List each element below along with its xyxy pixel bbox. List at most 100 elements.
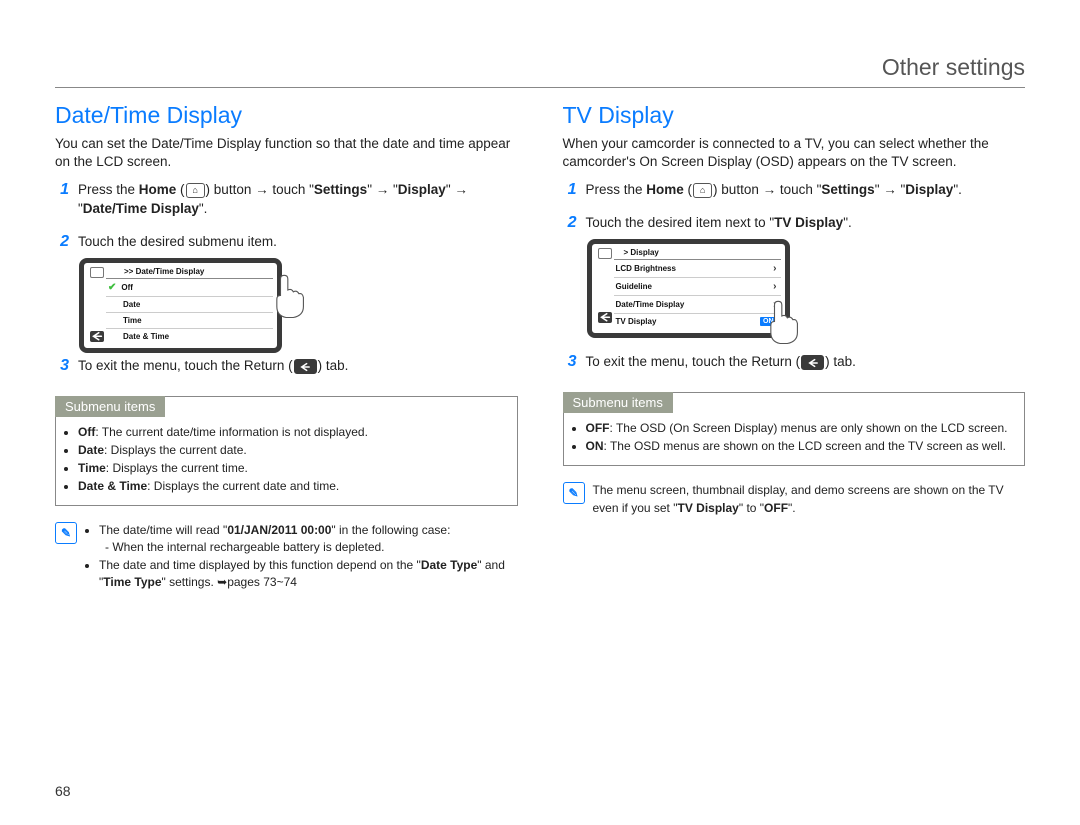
text: Press the bbox=[586, 182, 647, 197]
step-number: 2 bbox=[55, 233, 69, 251]
text: Press the bbox=[78, 182, 139, 197]
step-3: 3 To exit the menu, touch the Return () … bbox=[55, 357, 518, 376]
page-title: Other settings bbox=[55, 40, 1025, 87]
title-rule bbox=[55, 87, 1025, 88]
intro-text: When your camcorder is connected to a TV… bbox=[563, 135, 1026, 171]
step-number: 2 bbox=[563, 214, 577, 232]
text: " in the following case: bbox=[331, 523, 450, 537]
submenu-list: Off: The current date/time information i… bbox=[78, 423, 505, 495]
text: ". bbox=[788, 501, 796, 515]
step-body: Touch the desired item next to "TV Displ… bbox=[586, 214, 1026, 233]
home-icon: ⌂ bbox=[186, 183, 205, 198]
bold: TV Display bbox=[677, 501, 738, 515]
lcd-label: Date/Time Display bbox=[616, 300, 769, 309]
text: : Displays the current time. bbox=[106, 461, 248, 475]
note-body: The date/time will read "01/JAN/2011 00:… bbox=[85, 522, 518, 592]
left-column: Date/Time Display You can set the Date/T… bbox=[55, 100, 518, 592]
chevron-right-icon: › bbox=[773, 281, 778, 292]
submenu-list: OFF: The OSD (On Screen Display) menus a… bbox=[586, 419, 1013, 455]
step-2: 2 Touch the desired submenu item. bbox=[55, 233, 518, 252]
step-number: 3 bbox=[55, 357, 69, 375]
return-icon bbox=[598, 312, 612, 323]
step-2: 2 Touch the desired item next to "TV Dis… bbox=[563, 214, 1026, 233]
text: ) tab. bbox=[825, 354, 856, 369]
text: " to " bbox=[739, 501, 764, 515]
pointing-hand-icon bbox=[264, 268, 319, 323]
text: button bbox=[718, 182, 763, 197]
lcd-row: Date bbox=[106, 297, 273, 313]
text: The date and time displayed by this func… bbox=[99, 558, 421, 572]
lcd-row: Time bbox=[106, 313, 273, 329]
check-icon: ✔ bbox=[108, 282, 116, 293]
return-icon bbox=[801, 355, 824, 370]
list-item: Date: Displays the current date. bbox=[78, 441, 505, 459]
text: " settings. bbox=[162, 575, 218, 589]
text: To exit the menu, touch the Return ( bbox=[586, 354, 801, 369]
lcd-breadcrumb: >> Date/Time Display bbox=[124, 267, 273, 276]
bold: Time bbox=[78, 461, 106, 475]
list-item: The date/time will read "01/JAN/2011 00:… bbox=[99, 522, 518, 557]
text: ". bbox=[843, 215, 852, 230]
arrow-icon: → bbox=[763, 182, 777, 197]
bold: OFF bbox=[586, 421, 610, 435]
lcd-illustration: >> Date/Time Display ✔Off Date Time Date… bbox=[79, 258, 518, 353]
columns: Date/Time Display You can set the Date/T… bbox=[55, 100, 1025, 592]
note-block: ✎ The date/time will read "01/JAN/2011 0… bbox=[55, 522, 518, 592]
steps-list: 1 Press the Home (⌂) button → touch "Set… bbox=[563, 181, 1026, 233]
page-number: 68 bbox=[55, 783, 71, 799]
bold: ON bbox=[586, 439, 604, 453]
intro-text: You can set the Date/Time Display functi… bbox=[55, 135, 518, 171]
return-icon bbox=[90, 331, 104, 342]
steps-list-cont: 3 To exit the menu, touch the Return () … bbox=[55, 357, 518, 376]
lcd-label: LCD Brightness bbox=[616, 264, 769, 273]
lcd-row: Date/Time Display› bbox=[614, 296, 781, 314]
section-title-tvdisplay: TV Display bbox=[563, 102, 1026, 129]
text: : Displays the current date and time. bbox=[147, 479, 339, 493]
text: " bbox=[367, 182, 376, 197]
home-icon: ⌂ bbox=[693, 183, 712, 198]
text: button bbox=[210, 182, 255, 197]
arrow-icon: → bbox=[376, 182, 390, 197]
bold: Date Type bbox=[421, 558, 477, 572]
text: : The OSD (On Screen Display) menus are … bbox=[610, 421, 1008, 435]
lcd-breadcrumb: > Display bbox=[624, 248, 781, 257]
text: " bbox=[389, 182, 398, 197]
lcd-row: TV DisplayON bbox=[614, 314, 781, 329]
return-icon bbox=[294, 359, 317, 374]
section-title-datetime: Date/Time Display bbox=[55, 102, 518, 129]
list-item: ON: The OSD menus are shown on the LCD s… bbox=[586, 437, 1013, 455]
text: : The current date/time information is n… bbox=[95, 425, 368, 439]
bold: Home bbox=[646, 182, 684, 197]
bold: Date & Time bbox=[78, 479, 147, 493]
text: touch " bbox=[269, 182, 314, 197]
bold: Off bbox=[78, 425, 95, 439]
bold: Display bbox=[398, 182, 446, 197]
list-item: OFF: The OSD (On Screen Display) menus a… bbox=[586, 419, 1013, 437]
lcd-row: LCD Brightness› bbox=[614, 260, 781, 278]
list-item: Time: Displays the current time. bbox=[78, 459, 505, 477]
step-body: Press the Home (⌂) button → touch "Setti… bbox=[586, 181, 1026, 200]
text: : Displays the current date. bbox=[104, 443, 247, 457]
text: ". bbox=[953, 182, 962, 197]
list-item: Date & Time: Displays the current date a… bbox=[78, 477, 505, 495]
note-block: ✎ The menu screen, thumbnail display, an… bbox=[563, 482, 1026, 517]
text: touch " bbox=[776, 182, 821, 197]
lcd-row: ✔ Off bbox=[106, 279, 273, 297]
lcd-label: Date bbox=[123, 300, 271, 309]
text: ) tab. bbox=[318, 358, 349, 373]
step-body: Touch the desired submenu item. bbox=[78, 233, 518, 252]
bold: Settings bbox=[821, 182, 874, 197]
lcd-label: Off bbox=[121, 283, 271, 292]
bold: Date bbox=[78, 443, 104, 457]
bold: Time Type bbox=[103, 575, 161, 589]
text: The date/time will read " bbox=[99, 523, 227, 537]
steps-list-cont: 3 To exit the menu, touch the Return ( ) … bbox=[563, 353, 1026, 372]
submenu-box: Submenu items OFF: The OSD (On Screen Di… bbox=[563, 392, 1026, 466]
text: " bbox=[875, 182, 884, 197]
manual-page: Other settings Date/Time Display You can… bbox=[0, 0, 1080, 825]
lcd-label: Time bbox=[123, 316, 271, 325]
right-column: TV Display When your camcorder is connec… bbox=[563, 100, 1026, 592]
lcd-label: Guideline bbox=[616, 282, 769, 291]
bold: Home bbox=[139, 182, 177, 197]
step-number: 3 bbox=[563, 353, 577, 371]
